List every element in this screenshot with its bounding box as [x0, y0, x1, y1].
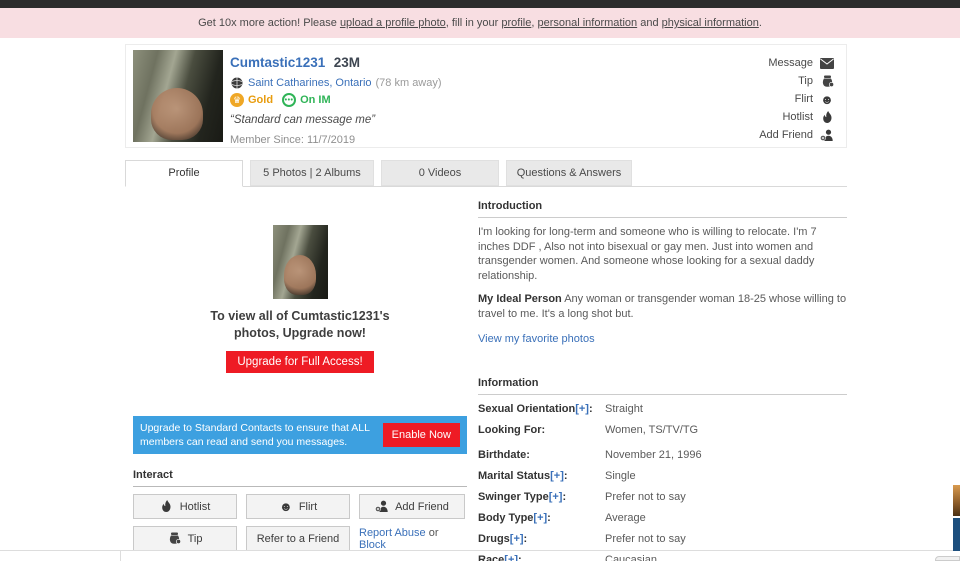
ideal-person-paragraph: My Ideal Person Any woman or transgender… — [478, 292, 847, 321]
on-im-icon: ••• — [282, 93, 296, 107]
add-person-icon — [820, 129, 834, 142]
left-column: To view all of Cumtastic1231's photos, U… — [133, 222, 467, 551]
standard-contacts-banner: Upgrade to Standard Contacts to ensure t… — [133, 416, 467, 454]
upload-photo-link[interactable]: upload a profile photo — [340, 17, 446, 29]
introduction-heading: Introduction — [478, 200, 847, 218]
expand-plus[interactable]: [+] — [575, 403, 589, 415]
view-favorite-photos-link[interactable]: View my favorite photos — [478, 333, 595, 345]
profile-tabs: Profile 5 Photos | 2 Albums 0 Videos Que… — [125, 160, 847, 187]
info-row-looking-for: Looking For:Women, TS/TV/TG — [478, 423, 847, 437]
location-link[interactable]: Saint Catharines, Ontario — [248, 77, 372, 89]
hotlist-button[interactable]: Hotlist — [133, 494, 237, 519]
tip-button[interactable]: Tip — [133, 526, 237, 551]
top-dark-bar — [0, 0, 960, 8]
expand-plus[interactable]: [+] — [504, 554, 518, 561]
tab-questions-answers[interactable]: Questions & Answers — [506, 160, 632, 186]
profile-link[interactable]: profile — [501, 17, 531, 29]
enable-now-button[interactable]: Enable Now — [383, 423, 460, 447]
cutoff-thumbnail-navy — [953, 518, 960, 551]
hotlist-action[interactable]: Hotlist — [759, 108, 834, 126]
info-row-marital-status: Marital Status[+]:Single — [478, 469, 847, 483]
section-divider — [0, 550, 960, 551]
im-status: On IM — [300, 94, 331, 106]
interact-buttons: Hotlist ☻ Flirt Add Friend Tip Refer to … — [133, 494, 467, 551]
bottom-right-widget-edge — [935, 556, 960, 561]
add-friend-action[interactable]: Add Friend — [759, 126, 834, 144]
membership-level: Gold — [248, 94, 273, 106]
block-link[interactable]: Block — [359, 539, 386, 551]
info-row-swinger-type: Swinger Type[+]:Prefer not to say — [478, 490, 847, 504]
username: Cumtastic1231 — [230, 55, 325, 70]
report-block-links: Report Abuse or Block — [359, 527, 465, 551]
upgrade-full-access-button[interactable]: Upgrade for Full Access! — [226, 351, 373, 373]
globe-icon — [230, 76, 244, 89]
profile-photo-face — [151, 88, 203, 140]
tab-profile[interactable]: Profile — [125, 160, 243, 187]
wink-smiley-icon: ☻ — [820, 93, 834, 106]
information-heading: Information — [478, 377, 847, 395]
info-row-body-type: Body Type[+]:Average — [478, 511, 847, 525]
locked-photo-face — [284, 255, 316, 295]
add-friend-button[interactable]: Add Friend — [359, 494, 465, 519]
age-sex: 23M — [334, 55, 360, 70]
tab-videos[interactable]: 0 Videos — [381, 160, 499, 186]
promo-banner: Get 10x more action! Please upload a pro… — [0, 8, 960, 38]
flirt-action[interactable]: Flirt ☻ — [759, 90, 834, 108]
message-action[interactable]: Message — [759, 54, 834, 72]
info-row-sexual-orientation: Sexual Orientation[+]:Straight — [478, 402, 847, 416]
ideal-person-label: My Ideal Person — [478, 293, 562, 305]
cutoff-thumbnail-orange — [953, 485, 960, 516]
tip-action[interactable]: Tip — [759, 72, 834, 90]
gold-crown-icon: ♛ — [230, 93, 244, 107]
report-abuse-link[interactable]: Report Abuse — [359, 527, 426, 539]
profile-header-card: Cumtastic1231 23M Saint Catharines, Onta… — [125, 44, 847, 148]
section-divider-vertical — [120, 551, 121, 561]
right-column: Introduction I'm looking for long-term a… — [478, 200, 847, 561]
tip-jar-icon — [820, 75, 834, 88]
profile-photo[interactable] — [133, 50, 223, 142]
standard-contacts-text: Upgrade to Standard Contacts to ensure t… — [140, 421, 380, 449]
tab-photos-albums[interactable]: 5 Photos | 2 Albums — [250, 160, 374, 186]
add-person-icon — [375, 500, 389, 513]
info-row-race: Race[+]:Caucasian — [478, 553, 847, 561]
personal-information-link[interactable]: personal information — [537, 17, 637, 29]
header-actions: Message Tip Flirt ☻ Hotlist Add Friend — [759, 54, 834, 144]
introduction-text: I'm looking for long-term and someone wh… — [478, 225, 847, 283]
promo-text: Get 10x more action! Please — [198, 17, 340, 29]
interact-heading: Interact — [133, 469, 467, 487]
distance: (78 km away) — [376, 77, 442, 89]
expand-plus[interactable]: [+] — [549, 491, 563, 503]
expand-plus[interactable]: [+] — [510, 533, 524, 545]
flame-icon — [820, 111, 834, 124]
member-since: Member Since: 11/7/2019 — [230, 134, 442, 146]
info-row-birthdate: Birthdate:November 21, 1996 — [478, 448, 847, 462]
flirt-button[interactable]: ☻ Flirt — [246, 494, 350, 519]
upgrade-caption: To view all of Cumtastic1231's photos, U… — [133, 308, 467, 342]
wink-smiley-icon: ☻ — [279, 500, 293, 513]
info-row-drugs: Drugs[+]:Prefer not to say — [478, 532, 847, 546]
flame-icon — [160, 500, 174, 513]
physical-information-link[interactable]: physical information — [662, 17, 759, 29]
profile-header-info: Cumtastic1231 23M Saint Catharines, Onta… — [230, 54, 442, 146]
locked-photo-thumbnail[interactable] — [273, 225, 328, 299]
profile-quote: “Standard can message me” — [230, 114, 442, 126]
envelope-icon — [820, 57, 834, 70]
tip-jar-icon — [168, 532, 182, 545]
expand-plus[interactable]: [+] — [533, 512, 547, 524]
refer-friend-button[interactable]: Refer to a Friend — [246, 526, 350, 551]
expand-plus[interactable]: [+] — [550, 470, 564, 482]
